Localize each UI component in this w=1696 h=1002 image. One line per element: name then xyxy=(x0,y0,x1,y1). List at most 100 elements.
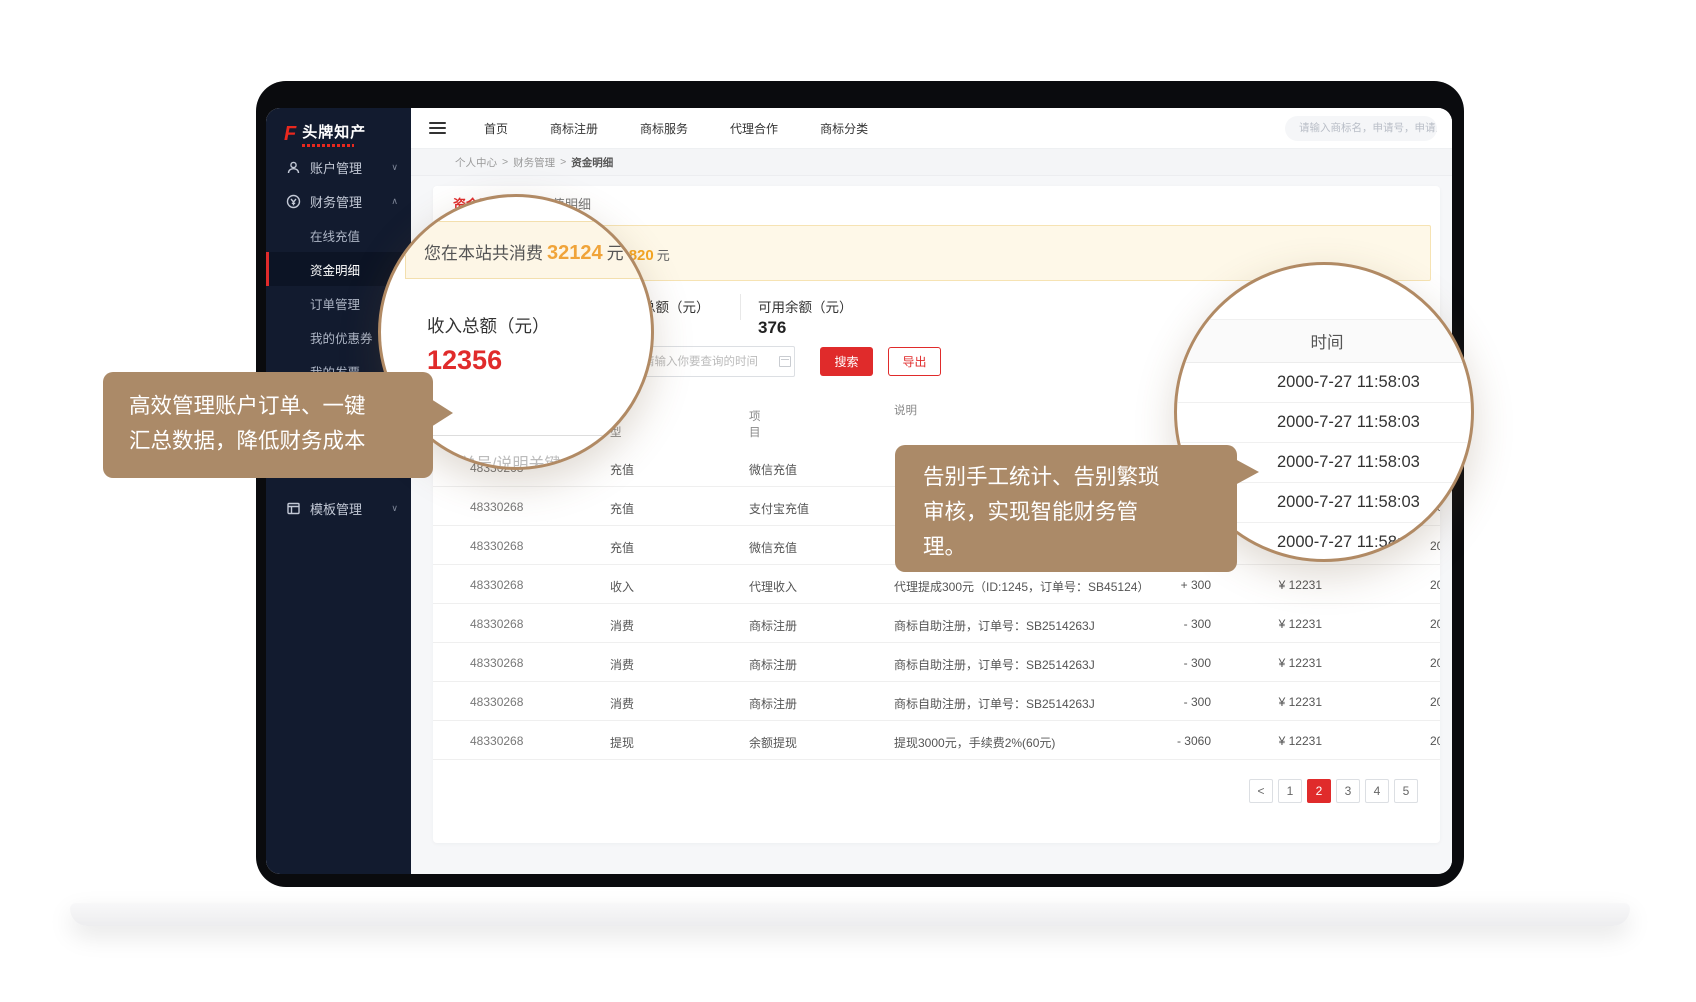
cell-amount: - 3060 xyxy=(1113,734,1211,748)
laptop-base xyxy=(70,903,1630,926)
cell-project: 支付宝充值 xyxy=(749,500,809,517)
trademark-search-input[interactable] xyxy=(1285,116,1437,141)
available-balance-value: 376 xyxy=(758,318,786,338)
table-row[interactable]: 48330268 提现 余额提现 提现3000元，手续费2%(60元) - 30… xyxy=(433,721,1440,760)
cell-amount: + 300 xyxy=(1113,578,1211,592)
cell-order-number: 48330268 xyxy=(470,695,523,709)
table-row[interactable]: 48330268 消费 商标注册 商标自助注册，订单号：SB2514263J -… xyxy=(433,643,1440,682)
breadcrumb-finance[interactable]: 财务管理 xyxy=(513,155,555,170)
breadcrumb: 个人中心 > 财务管理 > 资金明细 xyxy=(411,149,1452,176)
cell-balance: ¥ 12231 xyxy=(1213,695,1322,709)
user-icon xyxy=(286,160,301,175)
cell-description: 商标自助注册，订单号：SB2514263J xyxy=(894,656,1095,673)
cell-type: 消费 xyxy=(610,617,634,634)
cell-time: 2000-7-27 11:58:03 xyxy=(1430,617,1440,631)
cell-amount: - 300 xyxy=(1113,656,1211,670)
sidebar-item-label: 账户管理 xyxy=(310,158,362,177)
cell-type: 充值 xyxy=(610,539,634,556)
magnified-keyword-input: 订单号/说明关键 xyxy=(425,435,654,470)
brand-tagline-decoration xyxy=(302,144,354,147)
cell-project: 商标注册 xyxy=(749,656,797,673)
menu-icon[interactable] xyxy=(429,122,446,134)
template-icon xyxy=(286,501,301,516)
table-row[interactable]: 48330268 消费 商标注册 商标自助注册，订单号：SB2514263J -… xyxy=(433,682,1440,721)
sort-chevron-icon: ∨ xyxy=(749,408,758,417)
chevron-down-icon: ∨ xyxy=(391,503,398,514)
pagination-prev-button[interactable]: < xyxy=(1249,779,1273,803)
magnified-time-header: 时间 xyxy=(1177,319,1474,363)
cell-description: 提现3000元，手续费2%(60元) xyxy=(894,734,1055,751)
sidebar-subitem-recharge[interactable]: 在线充值 xyxy=(266,218,411,252)
pagination: < 1 2 3 4 5 xyxy=(1249,779,1418,803)
cell-project: 微信充值 xyxy=(749,539,797,556)
tooltip-left: 高效管理账户订单、一键 汇总数据，降低财务成本 xyxy=(103,372,433,478)
cell-amount: - 300 xyxy=(1113,617,1211,631)
time-filter-input[interactable] xyxy=(632,346,795,377)
cell-type: 收入 xyxy=(610,578,634,595)
tooltip-right: 告别手工统计、告别繁琐 审核，实现智能财务管 理。 xyxy=(895,445,1237,572)
breadcrumb-separator: > xyxy=(560,156,566,168)
cell-time: 2000-7-27 11:58:03 xyxy=(1430,695,1440,709)
cell-project: 余额提现 xyxy=(749,734,797,751)
cell-description: 商标自助注册，订单号：SB2514263J xyxy=(894,695,1095,712)
nav-tab-trademark-category[interactable]: 商标分类 xyxy=(820,120,868,137)
chevron-down-icon: ∨ xyxy=(391,162,398,173)
cell-type: 充值 xyxy=(610,500,634,517)
sidebar-item-account[interactable]: 账户管理 ∨ xyxy=(266,150,411,184)
summary-divider xyxy=(740,294,741,320)
cell-project: 商标注册 xyxy=(749,695,797,712)
sidebar: F 头牌知产 账户管理 ∨ 财 xyxy=(266,108,411,874)
available-balance-label: 可用余额（元） xyxy=(758,296,853,316)
pagination-page-3[interactable]: 3 xyxy=(1336,779,1360,803)
top-navbar: 首页 商标注册 商标服务 代理合作 商标分类 xyxy=(411,108,1452,149)
breadcrumb-personal-center[interactable]: 个人中心 xyxy=(455,155,497,170)
cell-description: 代理提成300元（ID:1245，订单号：SB45124） xyxy=(894,578,1149,595)
cell-order-number: 48330268 xyxy=(470,734,523,748)
search-button[interactable]: 搜索 xyxy=(820,347,873,376)
sidebar-item-template[interactable]: 模板管理 ∨ xyxy=(266,491,411,525)
breadcrumb-separator: > xyxy=(502,156,508,168)
magnified-time-cell: 2000-7-27 11:58:03 xyxy=(1177,403,1474,443)
cell-time: 2000-7-27 11:58:03 xyxy=(1430,578,1440,592)
chevron-up-icon: ∧ xyxy=(391,196,398,207)
cell-type: 消费 xyxy=(610,695,634,712)
sidebar-item-label: 模板管理 xyxy=(310,499,362,518)
brand-name: 头牌知产 xyxy=(302,124,366,141)
cell-amount: - 300 xyxy=(1113,695,1211,709)
magnified-banner: 您在本站共消费32124元 xyxy=(405,221,654,279)
tooltip-left-arrow xyxy=(431,399,453,427)
page: F 头牌知产 账户管理 ∨ 财 xyxy=(0,0,1696,1002)
pagination-page-1[interactable]: 1 xyxy=(1278,779,1302,803)
cell-project: 代理收入 xyxy=(749,578,797,595)
cell-balance: ¥ 12231 xyxy=(1213,578,1322,592)
pagination-page-5[interactable]: 5 xyxy=(1394,779,1418,803)
cell-order-number: 48330268 xyxy=(470,617,523,631)
cell-project: 微信充值 xyxy=(749,461,797,478)
sidebar-item-finance[interactable]: 财务管理 ∧ xyxy=(266,184,411,218)
cell-time: 2000-7-27 11:58:03 xyxy=(1430,734,1440,748)
brand-logo[interactable]: F 头牌知产 xyxy=(284,124,366,147)
magnified-income-value: 12356 xyxy=(427,345,502,376)
cell-description: 商标自助注册，订单号：SB2514263J xyxy=(894,617,1095,634)
nav-tab-trademark-register[interactable]: 商标注册 xyxy=(550,120,598,137)
nav-tab-agent-coop[interactable]: 代理合作 xyxy=(730,120,778,137)
pagination-page-2-active[interactable]: 2 xyxy=(1307,779,1331,803)
sidebar-item-label: 财务管理 xyxy=(310,192,362,211)
nav-tab-home[interactable]: 首页 xyxy=(484,120,508,137)
cell-order-number: 48330268 xyxy=(470,539,523,553)
col-header-desc: 说明 xyxy=(894,402,917,418)
table-row[interactable]: 48330268 消费 商标注册 商标自助注册，订单号：SB2514263J -… xyxy=(433,604,1440,643)
cell-balance: ¥ 12231 xyxy=(1213,734,1322,748)
nav-tab-trademark-service[interactable]: 商标服务 xyxy=(640,120,688,137)
cell-order-number: 48330268 xyxy=(470,656,523,670)
pagination-page-4[interactable]: 4 xyxy=(1365,779,1389,803)
cell-balance: ¥ 12231 xyxy=(1213,656,1322,670)
export-button[interactable]: 导出 xyxy=(888,347,941,376)
nav-tabs: 首页 商标注册 商标服务 代理合作 商标分类 xyxy=(484,120,868,137)
cell-project: 商标注册 xyxy=(749,617,797,634)
cell-balance: ¥ 12231 xyxy=(1213,617,1322,631)
magnified-consumption-amount: 32124 xyxy=(543,242,607,264)
calendar-icon[interactable] xyxy=(779,356,791,367)
cell-order-number: 48330268 xyxy=(470,578,523,592)
brand-logo-icon: F xyxy=(284,124,296,144)
